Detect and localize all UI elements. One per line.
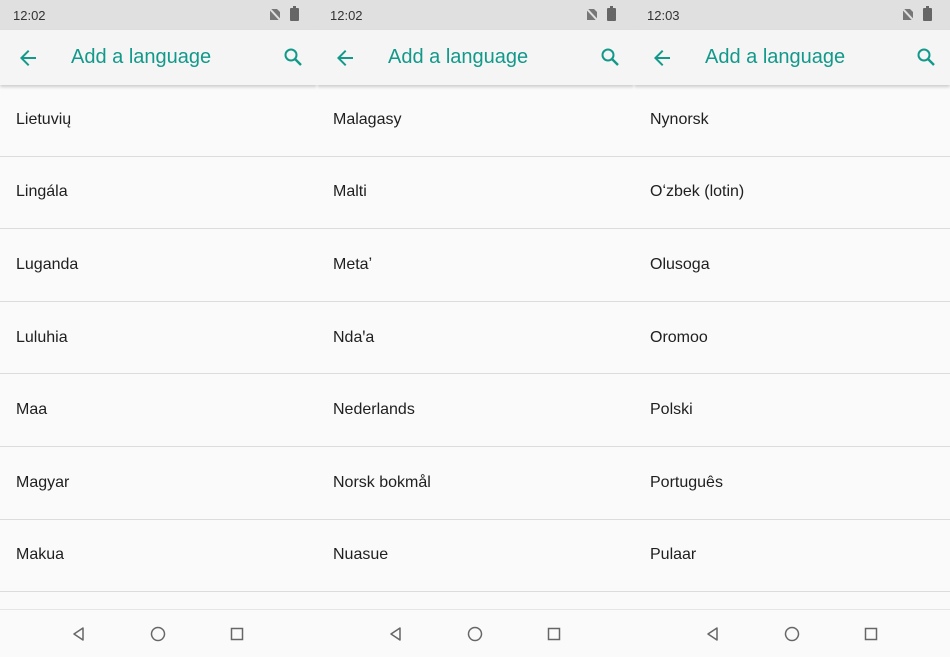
search-icon[interactable] <box>598 45 622 69</box>
app-bar: Add a language <box>317 30 634 85</box>
nav-home-icon[interactable] <box>782 624 802 644</box>
battery-icon <box>607 6 616 21</box>
status-bar: 12:02 <box>0 0 317 30</box>
status-bar: 12:03 <box>634 0 950 30</box>
language-item[interactable]: Magyar <box>0 447 317 520</box>
language-list: Lietuvių Lingála Luganda Luluhia Maa Magyar Ma… <box>0 84 317 593</box>
status-time: 12:03 <box>647 8 680 23</box>
page-title: Add a language <box>388 46 529 68</box>
language-item[interactable]: Malti <box>317 157 634 230</box>
status-bar: 12:02 <box>317 0 634 30</box>
language-list: Malagasy Malti Metaʼ Ndaꞌa Nederlands Norsk b… <box>317 84 634 593</box>
language-item[interactable]: Lingála <box>0 157 317 230</box>
language-item[interactable]: Norsk bokmål <box>317 447 634 520</box>
battery-icon <box>923 6 932 21</box>
no-sim-icon <box>902 8 914 21</box>
battery-icon <box>290 6 299 21</box>
status-time: 12:02 <box>330 8 363 23</box>
language-item[interactable]: Luganda <box>0 229 317 302</box>
back-arrow-icon[interactable] <box>650 46 674 70</box>
no-sim-icon <box>586 8 598 21</box>
language-screen: 12:02 Add a language Lietuvių Lingála Luga… <box>0 0 317 657</box>
language-item[interactable]: Maa <box>0 374 317 447</box>
nav-recent-apps-icon[interactable] <box>861 624 881 644</box>
nav-home-icon[interactable] <box>148 624 168 644</box>
search-icon[interactable] <box>914 45 938 69</box>
nav-back-icon[interactable] <box>69 624 89 644</box>
language-item[interactable]: Oʻzbek (lotin) <box>634 157 950 230</box>
back-arrow-icon[interactable] <box>16 46 40 70</box>
language-item[interactable]: Oromoo <box>634 302 950 375</box>
page-title: Add a language <box>71 46 212 68</box>
language-item[interactable]: Português <box>634 447 950 520</box>
language-item[interactable]: Malagasy <box>317 84 634 157</box>
search-icon[interactable] <box>281 45 305 69</box>
nav-back-icon[interactable] <box>703 624 723 644</box>
language-item[interactable]: Metaʼ <box>317 229 634 302</box>
back-arrow-icon[interactable] <box>333 46 357 70</box>
app-bar: Add a language <box>0 30 317 85</box>
language-screen: 12:02 Add a language Malagasy Malti Metaʼ N… <box>317 0 634 657</box>
page-title: Add a language <box>705 46 846 68</box>
app-bar: Add a language <box>634 30 950 85</box>
nav-back-icon[interactable] <box>386 624 406 644</box>
navigation-bar <box>317 609 634 657</box>
language-item[interactable]: Nuasue <box>317 520 634 593</box>
language-item[interactable]: Olusoga <box>634 229 950 302</box>
language-item[interactable]: Makua <box>0 520 317 593</box>
language-item[interactable]: Ndaꞌa <box>317 302 634 375</box>
language-item[interactable]: Pulaar <box>634 520 950 593</box>
language-item[interactable]: Nynorsk <box>634 84 950 157</box>
nav-recent-apps-icon[interactable] <box>227 624 247 644</box>
language-item[interactable]: Nederlands <box>317 374 634 447</box>
language-item[interactable]: Lietuvių <box>0 84 317 157</box>
language-screen: 12:03 Add a language Nynorsk Oʻzbek (loti… <box>634 0 950 657</box>
navigation-bar <box>634 609 950 657</box>
nav-home-icon[interactable] <box>465 624 485 644</box>
language-list: Nynorsk Oʻzbek (lotin) Olusoga Oromoo Polski… <box>634 84 950 593</box>
language-item[interactable]: Polski <box>634 374 950 447</box>
nav-recent-apps-icon[interactable] <box>544 624 564 644</box>
no-sim-icon <box>269 8 281 21</box>
status-time: 12:02 <box>13 8 46 23</box>
language-item[interactable]: Luluhia <box>0 302 317 375</box>
navigation-bar <box>0 609 317 657</box>
